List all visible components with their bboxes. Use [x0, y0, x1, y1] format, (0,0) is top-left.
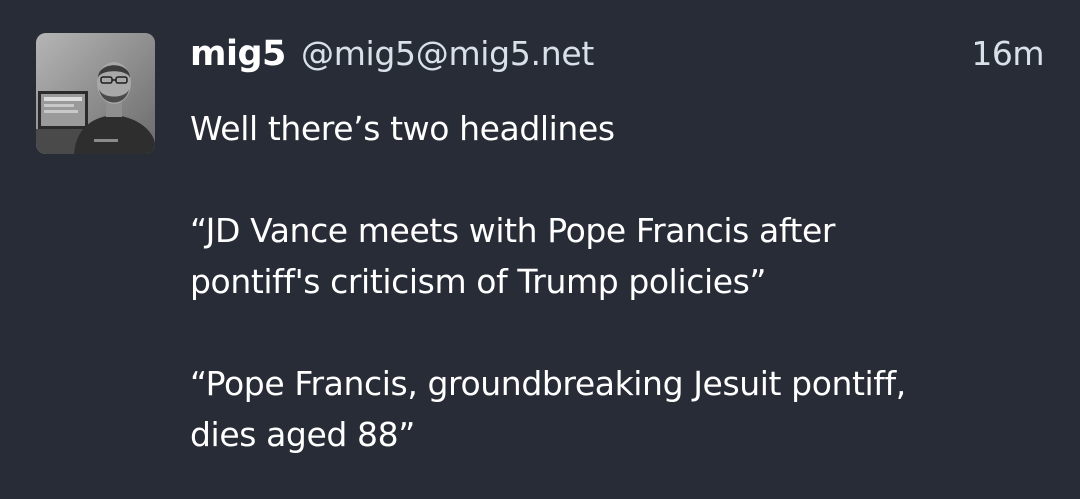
author-handle[interactable]: @mig5@mig5.net [301, 30, 594, 78]
post-text-line: Well there’s two headlines [190, 109, 615, 148]
post-text-line: “JD Vance meets with Pope Francis after [190, 211, 836, 250]
avatar[interactable] [36, 33, 155, 154]
post-text-line: dies aged 88” [190, 415, 415, 454]
post-text-line: “Pope Francis, groundbreaking Jesuit pon… [190, 364, 906, 403]
post-timestamp[interactable]: 16m [971, 30, 1044, 78]
author-display-name[interactable]: mig5 [190, 30, 286, 78]
post-paragraph: Well there’s two headlines [190, 103, 1050, 154]
post-content: Well there’s two headlines “JD Vance mee… [190, 103, 1050, 460]
status-post[interactable]: mig5 @mig5@mig5.net 16m Well there’s two… [0, 0, 1080, 499]
post-paragraph: “JD Vance meets with Pope Francis after … [190, 205, 1050, 307]
post-header: mig5 @mig5@mig5.net 16m [190, 30, 1044, 80]
post-text-line: pontiff's criticism of Trump policies” [190, 262, 767, 301]
post-paragraph: “Pope Francis, groundbreaking Jesuit pon… [190, 358, 1050, 460]
user-avatar-icon [36, 33, 155, 154]
